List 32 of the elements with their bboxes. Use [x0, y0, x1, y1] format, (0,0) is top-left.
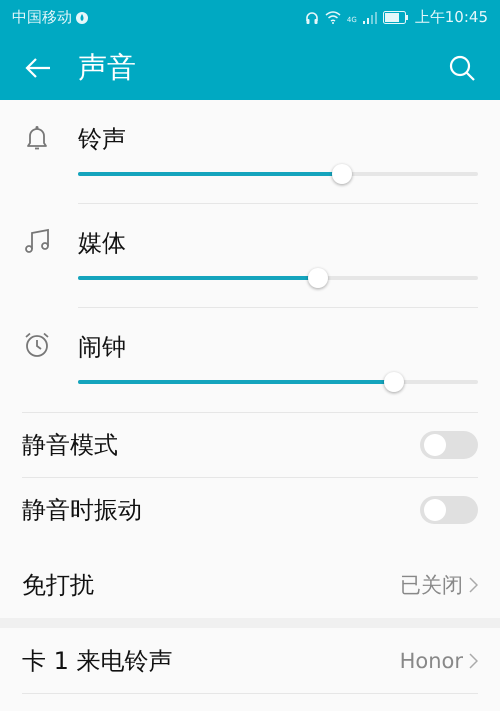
- toggle-switch[interactable]: [420, 431, 478, 459]
- toggle-switch[interactable]: [420, 496, 478, 524]
- battery-icon: [382, 11, 409, 24]
- back-button[interactable]: [24, 56, 52, 80]
- page-title: 声音: [78, 48, 137, 86]
- setting-label[interactable]: 免打扰: [22, 569, 400, 601]
- volume-slider[interactable]: [78, 372, 478, 392]
- bell-icon: [24, 124, 50, 152]
- toggle-label: 静音时振动: [22, 495, 143, 526]
- volume-label: 媒体: [78, 228, 127, 258]
- clock-time: 上午10:45: [414, 8, 488, 27]
- setting-value: 已关闭: [400, 572, 463, 599]
- slider-thumb[interactable]: [384, 372, 404, 392]
- drop-icon: [75, 10, 89, 24]
- volume-label: 铃声: [78, 124, 127, 154]
- signal-icon: [362, 11, 377, 24]
- headphones-icon: [304, 10, 319, 24]
- alarm-clock-icon: [24, 332, 50, 358]
- toggle-label: 静音模式: [22, 430, 119, 461]
- chevron-right-icon: [469, 577, 478, 593]
- music-note-icon: [24, 228, 50, 254]
- volume-slider[interactable]: [78, 164, 478, 184]
- chevron-right-icon: [469, 652, 478, 668]
- volume-slider[interactable]: [78, 268, 478, 288]
- slider-thumb[interactable]: [308, 268, 328, 288]
- search-button[interactable]: [448, 54, 476, 82]
- wifi-icon: [324, 11, 341, 24]
- setting-label[interactable]: 卡 1 来电铃声: [22, 644, 400, 676]
- slider-thumb[interactable]: [332, 164, 352, 184]
- setting-value: Honor: [400, 648, 463, 672]
- carrier-name: 中国移动: [12, 8, 72, 27]
- volume-label: 闹钟: [78, 332, 127, 362]
